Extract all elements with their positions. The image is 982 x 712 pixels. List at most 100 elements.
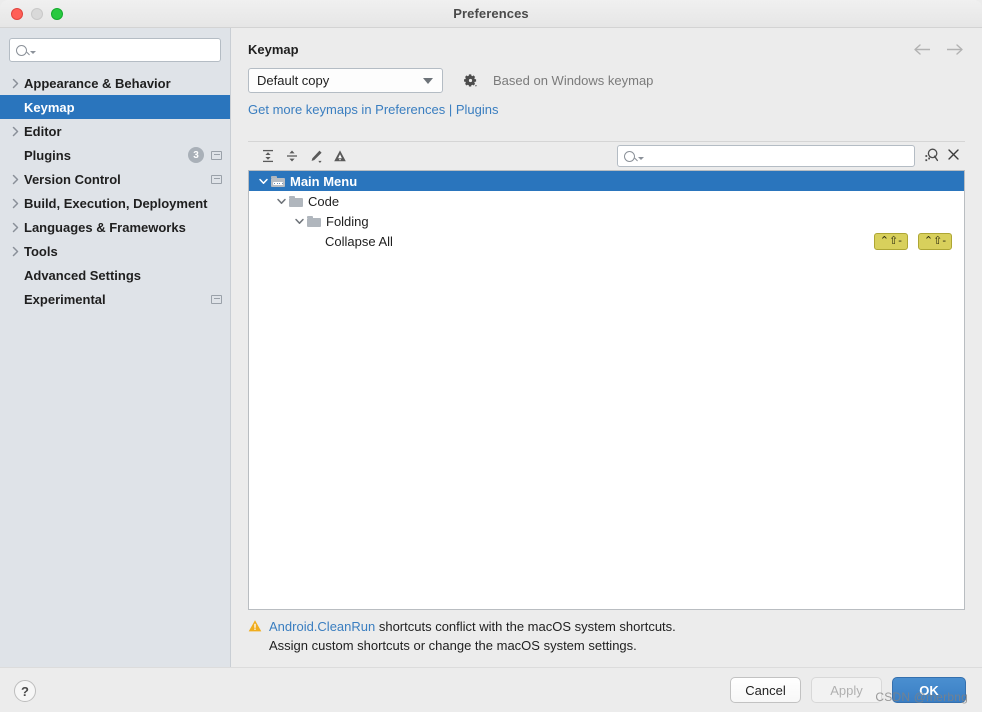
help-button[interactable]: ?	[14, 680, 36, 702]
sidebar-item-appearance-behavior[interactable]: Appearance & Behavior	[0, 71, 230, 95]
keymap-panel: Keymap Default copy	[231, 28, 982, 667]
open-in-new-window-icon[interactable]	[211, 151, 222, 160]
tree-row-label: Main Menu	[290, 174, 357, 189]
chevron-right-icon	[8, 246, 22, 257]
sidebar-item-label: Experimental	[24, 292, 106, 307]
conflict-action-link[interactable]: Android.CleanRun	[269, 619, 375, 634]
sidebar-item-build-execution-deployment[interactable]: Build, Execution, Deployment	[0, 191, 230, 215]
keymap-select[interactable]: Default copy	[248, 68, 443, 93]
sidebar-nav-list: Appearance & Behavior Keymap Editor Plugins…	[0, 71, 230, 311]
cancel-button[interactable]: Cancel	[730, 677, 801, 703]
shortcut-badge[interactable]: ⌃⇧-	[918, 233, 952, 250]
close-window-button[interactable]	[11, 8, 23, 20]
search-icon	[16, 45, 27, 56]
expand-all-icon[interactable]	[256, 145, 280, 167]
open-in-new-window-icon[interactable]	[211, 175, 222, 184]
dialog-footer: ? Cancel Apply OK CSDN @merbng	[0, 667, 982, 712]
settings-sidebar: Appearance & Behavior Keymap Editor Plugins…	[0, 28, 231, 667]
sidebar-item-label: Plugins	[24, 148, 71, 163]
sidebar-item-advanced-settings[interactable]: Advanced Settings	[0, 263, 230, 287]
get-more-keymaps-link[interactable]: Get more keymaps in Preferences | Plugin…	[248, 102, 499, 117]
tree-row[interactable]: Collapse All ⌃⇧- ⌃⇧-	[249, 231, 964, 251]
edit-pencil-icon[interactable]	[304, 145, 328, 167]
tree-row-label: Collapse All	[325, 234, 393, 249]
chevron-right-icon	[8, 78, 22, 89]
arrow-left-icon[interactable]	[913, 43, 932, 56]
traffic-lights	[11, 8, 63, 20]
get-more-keymaps-row: Get more keymaps in Preferences | Plugin…	[231, 93, 982, 117]
find-by-shortcut-icon[interactable]	[924, 147, 940, 166]
sidebar-search-box[interactable]	[9, 38, 221, 62]
warning-triangle-icon	[248, 619, 262, 636]
sidebar-item-label: Build, Execution, Deployment	[24, 196, 207, 211]
folder-icon	[307, 216, 321, 227]
keymap-selector-row: Default copy Based on Windows keymap	[231, 57, 982, 93]
tree-row-label: Code	[308, 194, 339, 209]
keymap-search-box[interactable]	[617, 145, 915, 167]
zoom-window-button[interactable]	[51, 8, 63, 20]
preferences-window: Preferences Appearance & Behavior Keymap E…	[0, 0, 982, 712]
page-title: Keymap	[248, 42, 299, 57]
tree-row-label: Folding	[326, 214, 369, 229]
panel-header: Keymap	[231, 28, 982, 57]
close-icon[interactable]	[946, 147, 961, 165]
folder-icon	[289, 196, 303, 207]
gear-icon[interactable]	[462, 72, 479, 89]
conflict-warning: Android.CleanRun shortcuts conflict with…	[248, 617, 965, 655]
sidebar-item-editor[interactable]: Editor	[0, 119, 230, 143]
tree-row[interactable]: Code	[249, 191, 964, 211]
keymap-tree-box: Main Menu Code Folding Collapse All ⌃⇧- ⌃⇧-	[248, 141, 965, 610]
search-icon	[624, 151, 635, 162]
conflict-warning-line1: shortcuts conflict with the macOS system…	[375, 619, 676, 634]
chevron-down-icon[interactable]	[291, 217, 307, 226]
keymap-select-value: Default copy	[257, 73, 329, 88]
conflict-warning-line2: Assign custom shortcuts or change the ma…	[269, 638, 637, 653]
sidebar-search-input[interactable]	[41, 42, 214, 58]
chevron-down-icon	[30, 51, 36, 54]
main-menu-folder-icon	[271, 176, 285, 187]
keymap-search-input[interactable]	[649, 148, 908, 164]
keymap-tree[interactable]: Main Menu Code Folding Collapse All ⌃⇧- ⌃⇧-	[248, 170, 965, 610]
title-bar: Preferences	[0, 0, 982, 28]
sidebar-item-version-control[interactable]: Version Control	[0, 167, 230, 191]
ok-button[interactable]: OK	[892, 677, 966, 703]
sidebar-item-count-badge: 3	[188, 147, 204, 163]
chevron-down-icon	[423, 78, 433, 84]
chevron-down-icon[interactable]	[273, 197, 289, 206]
arrow-right-icon[interactable]	[945, 43, 964, 56]
sidebar-item-experimental[interactable]: Experimental	[0, 287, 230, 311]
keymap-search-actions	[915, 147, 963, 166]
tree-row[interactable]: Main Menu	[249, 171, 964, 191]
sidebar-item-label: Keymap	[24, 100, 75, 115]
sidebar-item-label: Editor	[24, 124, 62, 139]
sidebar-item-label: Appearance & Behavior	[24, 76, 171, 91]
sidebar-item-adornments	[211, 175, 222, 184]
sidebar-item-keymap[interactable]: Keymap	[0, 95, 230, 119]
sidebar-item-languages-frameworks[interactable]: Languages & Frameworks	[0, 215, 230, 239]
chevron-right-icon	[8, 222, 22, 233]
chevron-down-icon[interactable]	[255, 177, 271, 186]
based-on-label: Based on Windows keymap	[493, 73, 653, 88]
sidebar-search-wrapper	[0, 28, 230, 71]
shortcut-badge[interactable]: ⌃⇧-	[874, 233, 908, 250]
shortcut-badges: ⌃⇧- ⌃⇧-	[874, 233, 952, 250]
conflict-warning-text: Android.CleanRun shortcuts conflict with…	[269, 617, 676, 655]
collapse-all-icon[interactable]	[280, 145, 304, 167]
shortcut-conflicts-icon[interactable]	[328, 145, 352, 167]
chevron-right-icon	[8, 198, 22, 209]
history-nav	[913, 43, 964, 56]
sidebar-item-adornments: 3	[188, 147, 222, 163]
sidebar-item-label: Languages & Frameworks	[24, 220, 186, 235]
dialog-buttons: Cancel Apply OK	[730, 677, 966, 703]
sidebar-item-adornments	[211, 295, 222, 304]
sidebar-item-label: Advanced Settings	[24, 268, 141, 283]
window-title: Preferences	[0, 6, 982, 21]
open-in-new-window-icon[interactable]	[211, 295, 222, 304]
tree-row[interactable]: Folding	[249, 211, 964, 231]
sidebar-item-tools[interactable]: Tools	[0, 239, 230, 263]
chevron-right-icon	[8, 174, 22, 185]
chevron-down-icon	[638, 157, 644, 160]
chevron-right-icon	[8, 126, 22, 137]
sidebar-item-plugins[interactable]: Plugins 3	[0, 143, 230, 167]
minimize-window-button[interactable]	[31, 8, 43, 20]
